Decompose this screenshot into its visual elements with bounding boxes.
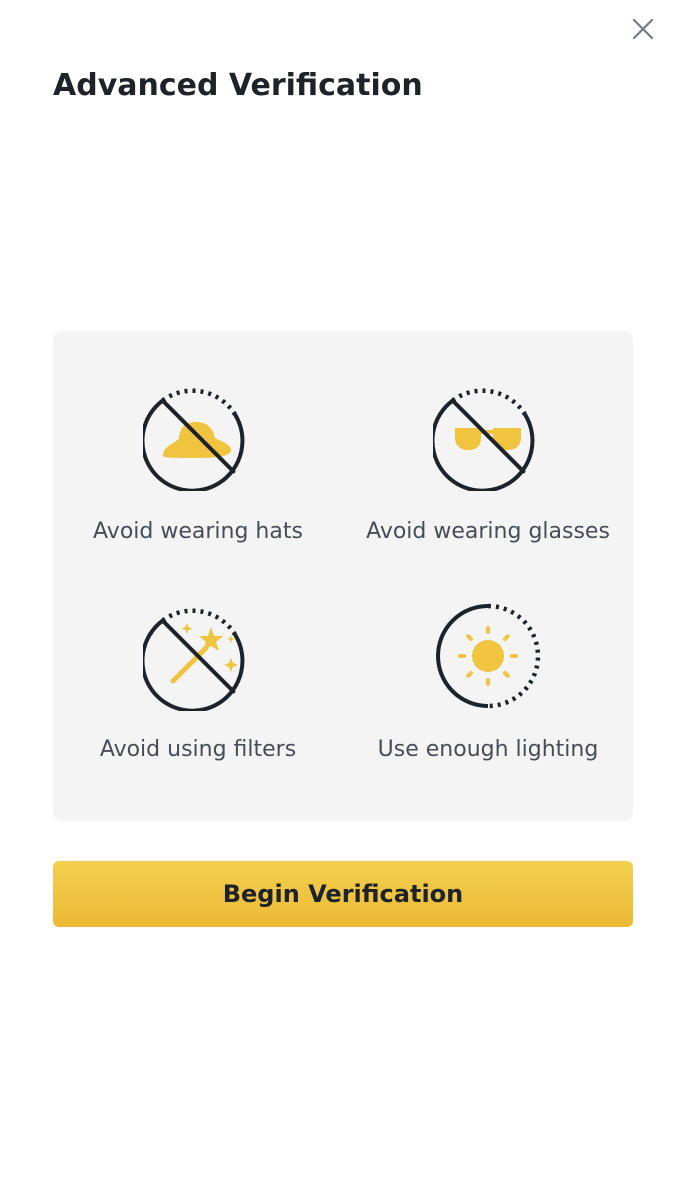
begin-verification-button[interactable]: Begin Verification — [53, 861, 633, 927]
tip-label: Avoid wearing glasses — [366, 519, 610, 544]
tip-no-filters: Avoid using filters — [53, 601, 343, 801]
no-hat-icon — [143, 388, 245, 491]
no-glasses-icon — [433, 388, 535, 491]
close-icon — [632, 18, 654, 40]
tip-lighting: Use enough lighting — [343, 601, 633, 801]
tip-label: Use enough lighting — [377, 737, 599, 762]
lighting-icon — [436, 603, 541, 709]
tip-no-hats: Avoid wearing hats — [53, 381, 343, 581]
tip-label: Avoid wearing hats — [93, 519, 303, 544]
close-button[interactable] — [626, 12, 660, 46]
tip-label: Avoid using filters — [99, 737, 297, 762]
tips-panel: Avoid wearing hats Avoid wearing glasses… — [53, 331, 633, 821]
no-filter-icon — [143, 608, 245, 711]
page-title: Advanced Verification — [53, 68, 423, 103]
tip-no-glasses: Avoid wearing glasses — [343, 381, 633, 581]
